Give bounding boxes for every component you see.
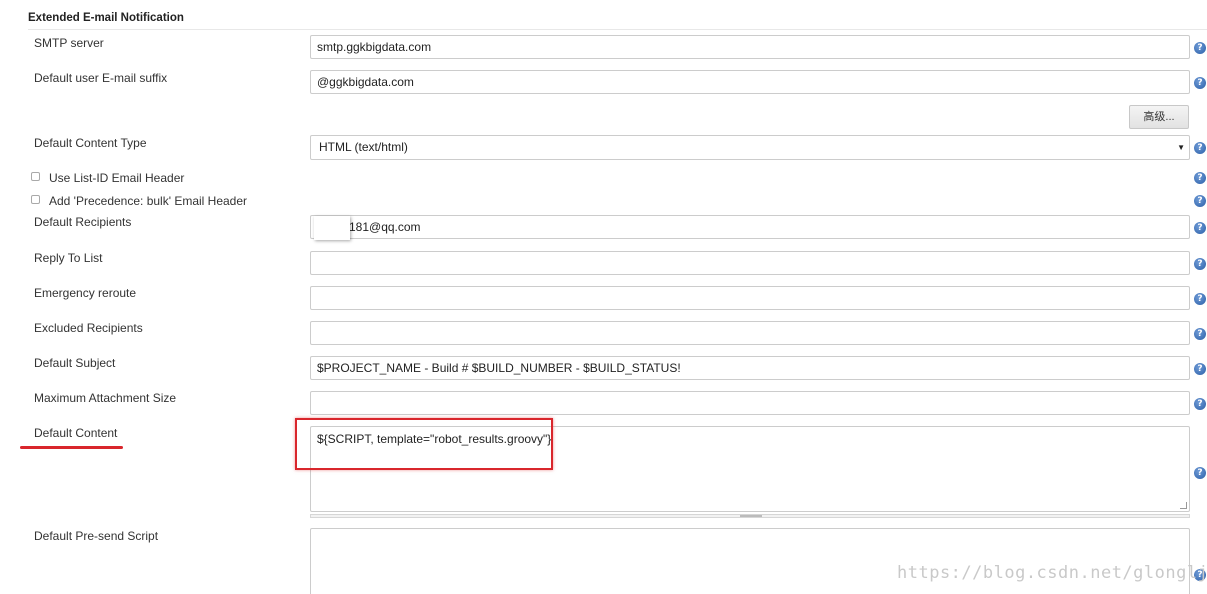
default-subject-input[interactable]: $PROJECT_NAME - Build # $BUILD_NUMBER - …	[310, 356, 1190, 380]
section-divider	[28, 29, 1207, 30]
reply-to-help-icon[interactable]: ?	[1194, 258, 1206, 270]
emergency-reroute-input[interactable]	[310, 286, 1190, 310]
default-recipients-label: Default Recipients	[34, 215, 132, 229]
excluded-recipients-input[interactable]	[310, 321, 1190, 345]
section-title: Extended E-mail Notification	[28, 12, 184, 24]
content-type-value: HTML (text/html)	[319, 140, 408, 154]
splitter-grip-icon	[740, 515, 762, 517]
default-suffix-input[interactable]: @ggkbigdata.com	[310, 70, 1190, 94]
chevron-down-icon: ▼	[1177, 143, 1185, 152]
precedence-header-checkbox[interactable]	[31, 195, 40, 204]
list-id-header-label: Use List-ID Email Header	[49, 171, 185, 185]
content-type-help-icon[interactable]: ?	[1194, 142, 1206, 154]
watermark: https://blog.csdn.net/glonglj	[897, 563, 1207, 583]
max-attachment-label: Maximum Attachment Size	[34, 391, 177, 405]
smtp-server-label: SMTP server	[34, 36, 104, 50]
max-attachment-input[interactable]	[310, 391, 1190, 415]
excluded-recipients-label: Excluded Recipients	[34, 321, 143, 335]
max-attachment-help-icon[interactable]: ?	[1194, 398, 1206, 410]
default-suffix-label: Default user E-mail suffix	[34, 71, 168, 85]
annotation-underline	[20, 446, 123, 449]
list-id-header-help-icon[interactable]: ?	[1194, 172, 1206, 184]
default-subject-help-icon[interactable]: ?	[1194, 363, 1206, 375]
content-type-select[interactable]: HTML (text/html) ▼	[310, 135, 1190, 160]
smtp-server-help-icon[interactable]: ?	[1194, 42, 1206, 54]
emergency-reroute-label: Emergency reroute	[34, 286, 137, 300]
resize-handle-icon[interactable]	[1180, 502, 1187, 509]
advanced-button[interactable]: 高级...	[1129, 105, 1189, 129]
annotation-highlight-box	[295, 418, 553, 470]
content-type-label: Default Content Type	[34, 136, 147, 150]
reply-to-label: Reply To List	[34, 251, 103, 265]
email-notification-config: Extended E-mail Notification SMTP server…	[0, 0, 1207, 594]
default-subject-label: Default Subject	[34, 356, 116, 370]
default-content-help-icon[interactable]: ?	[1194, 467, 1206, 479]
redaction-box	[314, 216, 350, 240]
list-id-header-checkbox[interactable]	[31, 172, 40, 181]
emergency-reroute-help-icon[interactable]: ?	[1194, 293, 1206, 305]
precedence-header-help-icon[interactable]: ?	[1194, 195, 1206, 207]
excluded-recipients-help-icon[interactable]: ?	[1194, 328, 1206, 340]
reply-to-input[interactable]	[310, 251, 1190, 275]
precedence-header-label: Add 'Precedence: bulk' Email Header	[49, 194, 248, 208]
default-content-label: Default Content	[34, 426, 118, 440]
smtp-server-input[interactable]: smtp.ggkbigdata.com	[310, 35, 1190, 59]
presend-script-textarea[interactable]	[310, 528, 1190, 594]
default-suffix-help-icon[interactable]: ?	[1194, 77, 1206, 89]
default-recipients-help-icon[interactable]: ?	[1194, 222, 1206, 234]
default-recipients-input[interactable]: 181@qq.com	[310, 215, 1190, 239]
presend-script-label: Default Pre-send Script	[34, 529, 159, 543]
